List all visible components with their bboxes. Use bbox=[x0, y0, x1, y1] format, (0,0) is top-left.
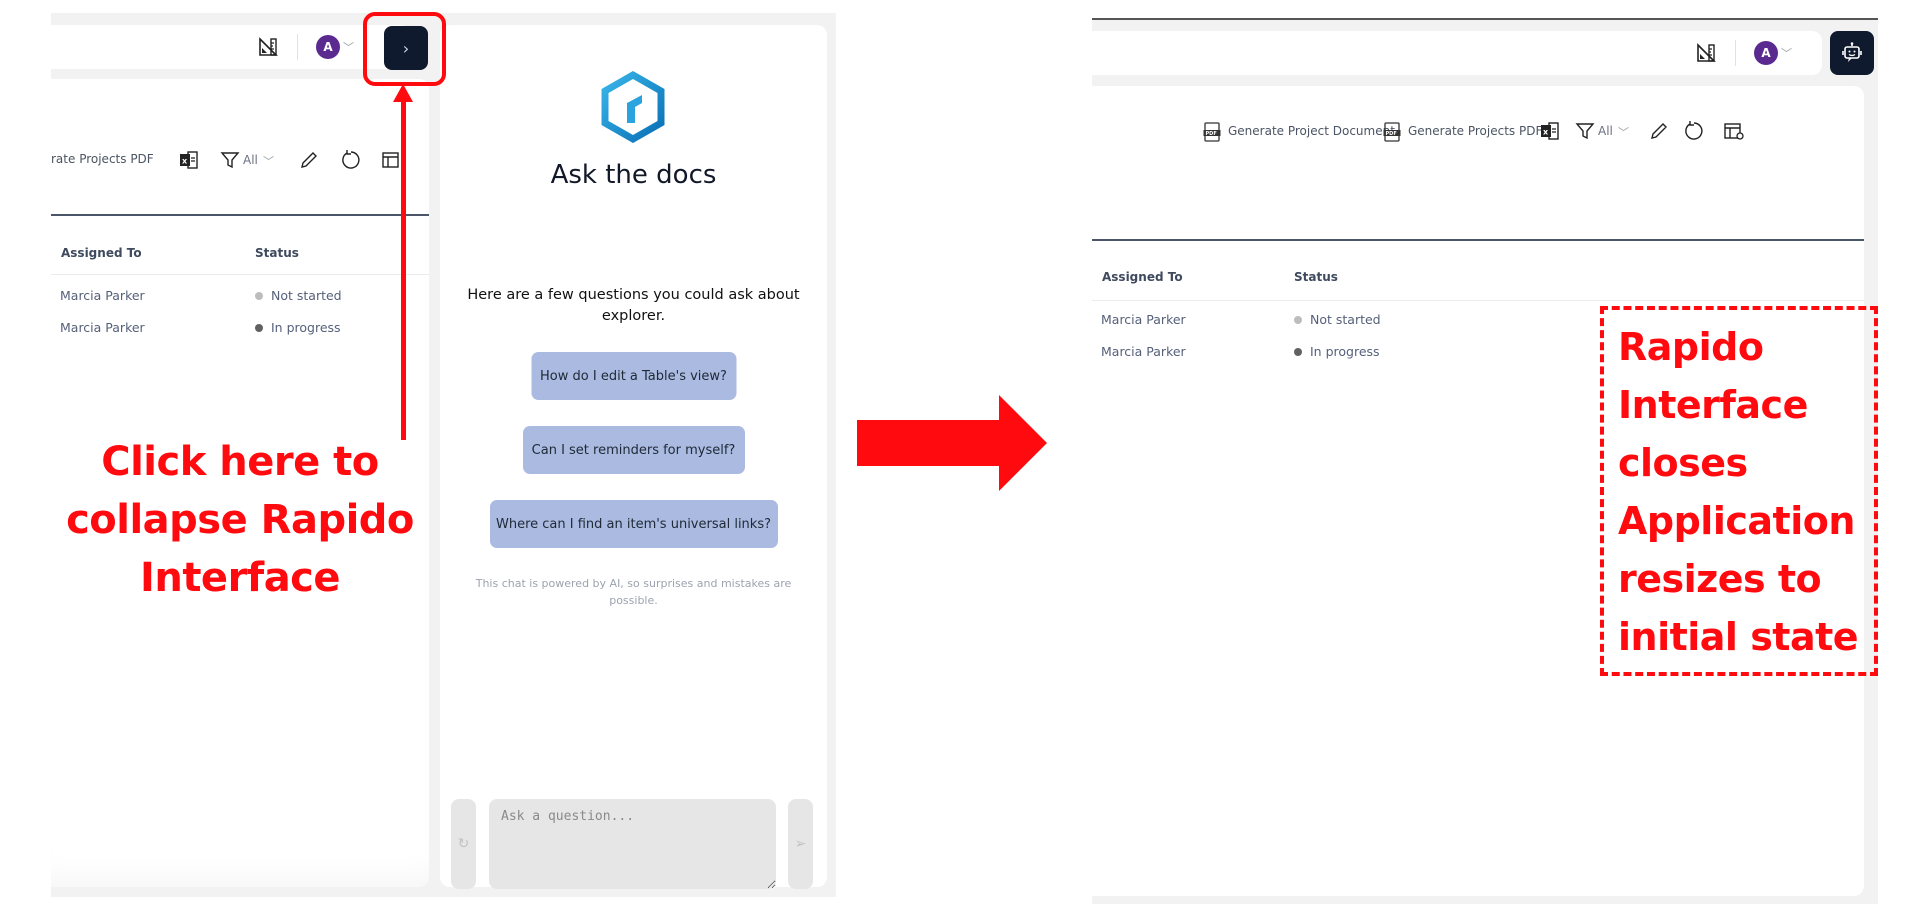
svg-text:PDF: PDF bbox=[1206, 131, 1217, 137]
pdf-icon: PDF bbox=[1203, 122, 1221, 142]
ruler-triangle-icon[interactable] bbox=[258, 37, 278, 57]
refresh-icon: ↻ bbox=[457, 836, 470, 852]
chat-intro: Here are a few questions you could ask a… bbox=[467, 287, 800, 324]
assigned-to-cell: Marcia Parker bbox=[1101, 344, 1186, 359]
svg-text:PDF: PDF bbox=[1386, 131, 1397, 137]
send-button[interactable]: ➢ bbox=[788, 799, 813, 889]
edit-pencil-icon[interactable] bbox=[299, 150, 319, 170]
chevron-down-icon[interactable]: ﹀ bbox=[1781, 45, 1792, 61]
suggested-question[interactable]: Can I set reminders for myself? bbox=[522, 426, 745, 474]
column-header-status[interactable]: Status bbox=[255, 246, 299, 260]
result-annotation-box: Rapido Interface closes Application resi… bbox=[1600, 306, 1878, 676]
pdf-icon: PDF bbox=[1383, 122, 1401, 142]
chat-title: Ask the docs bbox=[550, 160, 717, 190]
status-cell: Not started bbox=[255, 285, 342, 304]
column-header-status[interactable]: Status bbox=[1294, 270, 1338, 284]
edit-pencil-icon[interactable] bbox=[1649, 121, 1669, 141]
filter-icon[interactable] bbox=[1575, 121, 1595, 141]
status-label: In progress bbox=[271, 320, 341, 335]
status-dot bbox=[1294, 315, 1302, 324]
ask-the-docs-panel: Ask the docs Here are a few questions yo… bbox=[440, 25, 827, 889]
top-bar: A ﹀ bbox=[51, 25, 411, 69]
filter-value[interactable]: All bbox=[243, 153, 258, 167]
suggested-question[interactable]: How do I edit a Table's view? bbox=[531, 352, 736, 400]
assigned-to-cell: Marcia Parker bbox=[1101, 312, 1186, 327]
divider bbox=[1735, 40, 1736, 66]
header-divider bbox=[1092, 300, 1864, 301]
collapse-button-highlight bbox=[363, 12, 446, 86]
status-dot bbox=[255, 291, 263, 300]
send-icon: ➢ bbox=[794, 836, 807, 852]
table-settings-icon[interactable] bbox=[381, 150, 401, 170]
toolbar-divider bbox=[51, 214, 429, 216]
column-header-assigned-to[interactable]: Assigned To bbox=[1102, 270, 1183, 284]
avatar[interactable]: A bbox=[316, 35, 340, 59]
suggested-question[interactable]: Where can I find an item's universal lin… bbox=[489, 500, 778, 548]
chatbot-icon bbox=[1841, 42, 1863, 64]
excel-export-icon[interactable]: x bbox=[179, 150, 199, 170]
table-row[interactable]: Marcia Parker bbox=[60, 285, 145, 304]
filter-icon[interactable] bbox=[220, 150, 240, 170]
toolbar-divider bbox=[1092, 239, 1864, 241]
status-cell: In progress bbox=[1294, 341, 1380, 360]
status-dot bbox=[1294, 347, 1302, 356]
header-divider bbox=[51, 274, 429, 275]
status-label: Not started bbox=[1310, 312, 1381, 327]
generate-projects-pdf-button[interactable]: Generate Projects PDF bbox=[1408, 124, 1542, 138]
annotation-arrow-shaft bbox=[401, 94, 406, 440]
reset-chat-button[interactable]: ↻ bbox=[451, 799, 476, 889]
table-row[interactable]: Marcia Parker bbox=[1101, 309, 1186, 328]
rapido-logo-icon bbox=[600, 70, 666, 147]
svg-text:x: x bbox=[1543, 128, 1549, 137]
generate-projects-pdf-button[interactable]: rate Projects PDF bbox=[51, 152, 154, 166]
avatar[interactable]: A bbox=[1754, 41, 1778, 65]
table-settings-icon[interactable] bbox=[1723, 121, 1745, 141]
chevron-down-icon[interactable]: ﹀ bbox=[343, 39, 354, 55]
ask-question-input[interactable] bbox=[489, 799, 776, 889]
ai-disclaimer: This chat is powered by AI, so surprises… bbox=[475, 577, 792, 607]
column-header-assigned-to[interactable]: Assigned To bbox=[61, 246, 142, 260]
chevron-down-icon[interactable]: ﹀ bbox=[263, 153, 274, 169]
table-row[interactable]: Marcia Parker bbox=[60, 317, 145, 336]
top-border bbox=[1092, 18, 1878, 20]
excel-export-icon[interactable]: x bbox=[1540, 121, 1560, 141]
ruler-triangle-icon[interactable] bbox=[1696, 43, 1716, 63]
collapse-instruction-note: Click here to collapse Rapido Interface bbox=[66, 439, 414, 601]
generate-project-document-button[interactable]: Generate Project Document bbox=[1228, 124, 1395, 138]
divider bbox=[297, 34, 298, 60]
refresh-icon[interactable] bbox=[1683, 120, 1705, 142]
filter-value[interactable]: All bbox=[1598, 124, 1613, 138]
status-label: In progress bbox=[1310, 344, 1380, 359]
status-dot bbox=[255, 323, 263, 332]
status-cell: In progress bbox=[255, 317, 341, 336]
svg-text:x: x bbox=[182, 157, 188, 166]
arrow-right-icon bbox=[857, 395, 1047, 491]
chevron-down-icon[interactable]: ﹀ bbox=[1618, 124, 1629, 140]
table-row[interactable]: Marcia Parker bbox=[1101, 341, 1186, 360]
assigned-to-cell: Marcia Parker bbox=[60, 288, 145, 303]
top-bar: A ﹀ bbox=[1092, 31, 1822, 75]
open-rapido-button[interactable] bbox=[1830, 31, 1874, 75]
status-label: Not started bbox=[271, 288, 342, 303]
result-note: Rapido Interface closes Application resi… bbox=[1618, 325, 1859, 659]
status-cell: Not started bbox=[1294, 309, 1381, 328]
assigned-to-cell: Marcia Parker bbox=[60, 320, 145, 335]
refresh-icon[interactable] bbox=[340, 149, 362, 171]
